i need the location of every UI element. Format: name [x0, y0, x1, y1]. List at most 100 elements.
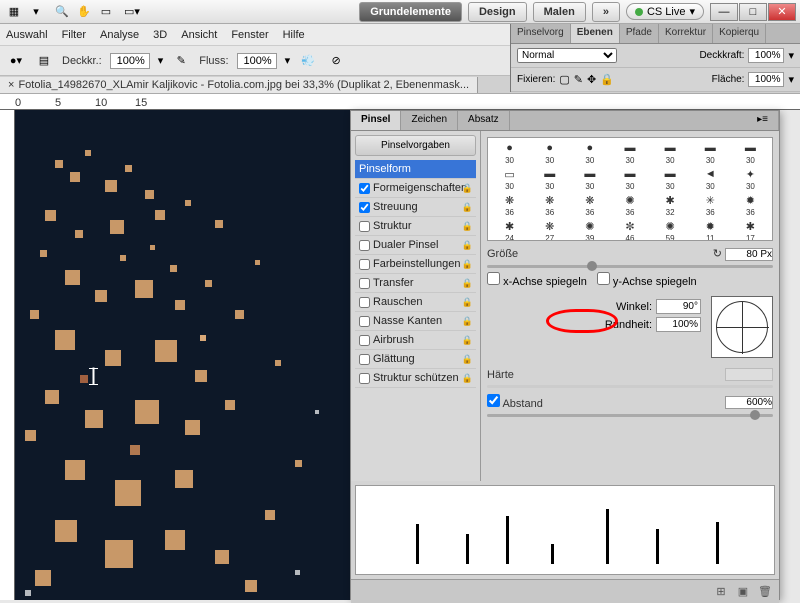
chevron-down-icon[interactable]: ▾: [788, 49, 794, 62]
brush-swatch[interactable]: ❋36: [570, 192, 609, 217]
brush-setting-item[interactable]: Glättung🔒: [355, 350, 476, 369]
size-input[interactable]: [725, 248, 773, 261]
lock-icon[interactable]: 🔒: [462, 221, 473, 232]
setting-checkbox[interactable]: [359, 278, 370, 289]
lock-icon[interactable]: 🔒: [462, 259, 473, 270]
brush-swatch[interactable]: ▬30: [610, 166, 649, 191]
setting-checkbox[interactable]: [359, 240, 370, 251]
opacity-input[interactable]: 100%: [110, 53, 150, 69]
brush-setting-item[interactable]: Transfer🔒: [355, 274, 476, 293]
brush-swatch[interactable]: ▬30: [651, 140, 690, 165]
chevron-down-icon[interactable]: ▾: [788, 73, 794, 86]
workspace-more-button[interactable]: »: [592, 2, 620, 22]
menu-hilfe[interactable]: Hilfe: [283, 29, 305, 41]
rundheit-input[interactable]: [656, 317, 701, 332]
lock-icon[interactable]: 🔒: [462, 373, 473, 384]
brush-swatch[interactable]: ●30: [490, 140, 529, 165]
brush-setting-item[interactable]: Pinselform: [355, 160, 476, 179]
chevron-down-icon[interactable]: ▾: [285, 54, 291, 67]
brush-swatch[interactable]: ❋36: [490, 192, 529, 217]
brush-swatch[interactable]: ✱17: [731, 218, 770, 241]
brush-swatch[interactable]: ✦30: [731, 166, 770, 191]
brush-setting-item[interactable]: Nasse Kanten🔒: [355, 312, 476, 331]
brush-swatch[interactable]: ✹36: [731, 192, 770, 217]
setting-checkbox[interactable]: [359, 221, 370, 232]
brush-swatch[interactable]: ●30: [530, 140, 569, 165]
menu-fenster[interactable]: Fenster: [231, 29, 268, 41]
flaeche-input[interactable]: 100%: [748, 72, 784, 87]
maximize-button[interactable]: □: [739, 3, 767, 21]
brush-swatch[interactable]: ✱24: [490, 218, 529, 241]
tab-zeichen[interactable]: Zeichen: [401, 111, 458, 130]
tab-ebenen[interactable]: Ebenen: [571, 24, 620, 43]
menu-analyse[interactable]: Analyse: [100, 29, 139, 41]
blend-mode-select[interactable]: Normal: [517, 48, 617, 63]
setting-checkbox[interactable]: [359, 354, 370, 365]
lock-paint-icon[interactable]: ✎: [574, 73, 583, 86]
setting-checkbox[interactable]: [359, 183, 370, 194]
brush-setting-item[interactable]: Rauschen🔒: [355, 293, 476, 312]
lock-icon[interactable]: 🔒: [462, 183, 473, 194]
tablet-pressure-opacity-icon[interactable]: ✎: [171, 52, 191, 70]
setting-checkbox[interactable]: [359, 373, 370, 384]
brush-swatch[interactable]: ✱32: [651, 192, 690, 217]
zoom-icon[interactable]: 🔍: [52, 3, 72, 21]
setting-checkbox[interactable]: [359, 335, 370, 346]
brush-swatch[interactable]: ❋36: [530, 192, 569, 217]
lock-icon[interactable]: 🔒: [462, 278, 473, 289]
lock-icon[interactable]: 🔒: [462, 240, 473, 251]
tab-pinsel[interactable]: Pinsel: [351, 111, 401, 130]
brush-swatch[interactable]: ▬30: [731, 140, 770, 165]
angle-diagram[interactable]: [711, 296, 773, 358]
brush-swatch[interactable]: ▬30: [610, 140, 649, 165]
brush-swatch[interactable]: ✺36: [610, 192, 649, 217]
lock-move-icon[interactable]: ✥: [587, 73, 596, 86]
tab-kopierquelle[interactable]: Kopierqu: [713, 24, 766, 43]
abstand-input[interactable]: [725, 396, 773, 409]
brush-preset-icon[interactable]: ●▾: [6, 52, 26, 70]
brush-swatch[interactable]: ▬30: [691, 140, 730, 165]
brush-swatch[interactable]: ▭30: [490, 166, 529, 191]
brush-tip-swatches[interactable]: ●30●30●30▬30▬30▬30▬30▭30▬30▬30▬30▬30◄30✦…: [487, 137, 773, 241]
brush-setting-item[interactable]: Formeigenschaften🔒: [355, 179, 476, 198]
brush-swatch[interactable]: ▬30: [651, 166, 690, 191]
airbrush-icon[interactable]: 💨: [298, 52, 318, 70]
doc-icon[interactable]: ▭: [96, 3, 116, 21]
toggle-preview-icon[interactable]: ⊞: [713, 585, 729, 599]
setting-checkbox[interactable]: [359, 316, 370, 327]
abstand-checkbox[interactable]: Abstand: [487, 394, 543, 410]
brush-swatch[interactable]: ✼46: [610, 218, 649, 241]
lock-icon[interactable]: 🔒: [462, 202, 473, 213]
screen-mode-icon[interactable]: ▭▾: [122, 3, 142, 21]
brush-setting-item[interactable]: Dualer Pinsel🔒: [355, 236, 476, 255]
flip-x-checkbox[interactable]: x-Achse spiegeln: [487, 272, 587, 288]
lock-icon[interactable]: 🔒: [462, 316, 473, 327]
brush-swatch[interactable]: ✳36: [691, 192, 730, 217]
brush-swatch[interactable]: ●30: [570, 140, 609, 165]
document-tab[interactable]: × Fotolia_14982670_XLAmir Kaljikovic - F…: [0, 77, 478, 93]
canvas[interactable]: [15, 110, 350, 600]
hand-icon[interactable]: ✋: [74, 3, 94, 21]
brush-swatch[interactable]: ◄30: [691, 166, 730, 191]
brush-swatch[interactable]: ▬30: [530, 166, 569, 191]
flip-y-checkbox[interactable]: y-Achse spiegeln: [597, 272, 697, 288]
menu-filter[interactable]: Filter: [62, 29, 86, 41]
winkel-input[interactable]: [656, 299, 701, 314]
cslive-button[interactable]: CS Live▾: [626, 3, 704, 20]
menu-ansicht[interactable]: Ansicht: [181, 29, 217, 41]
brush-swatch[interactable]: ✺39: [570, 218, 609, 241]
pinselvorgaben-button[interactable]: Pinselvorgaben: [355, 135, 476, 156]
chevron-down-icon[interactable]: ▾: [158, 54, 164, 67]
new-brush-icon[interactable]: ▣: [735, 585, 751, 599]
trash-icon[interactable]: 🗑: [757, 585, 773, 599]
lock-icon[interactable]: 🔒: [462, 335, 473, 346]
brush-swatch[interactable]: ✺59: [651, 218, 690, 241]
deckkraft-input[interactable]: 100%: [748, 48, 784, 63]
size-slider[interactable]: [487, 265, 773, 268]
lock-icon[interactable]: 🔒: [462, 297, 473, 308]
brush-panel-icon[interactable]: ▤: [34, 52, 54, 70]
minimize-button[interactable]: —: [710, 3, 738, 21]
menu-3d[interactable]: 3D: [153, 29, 167, 41]
flow-input[interactable]: 100%: [237, 53, 277, 69]
workspace-grundelemente-button[interactable]: Grundelemente: [359, 2, 462, 22]
